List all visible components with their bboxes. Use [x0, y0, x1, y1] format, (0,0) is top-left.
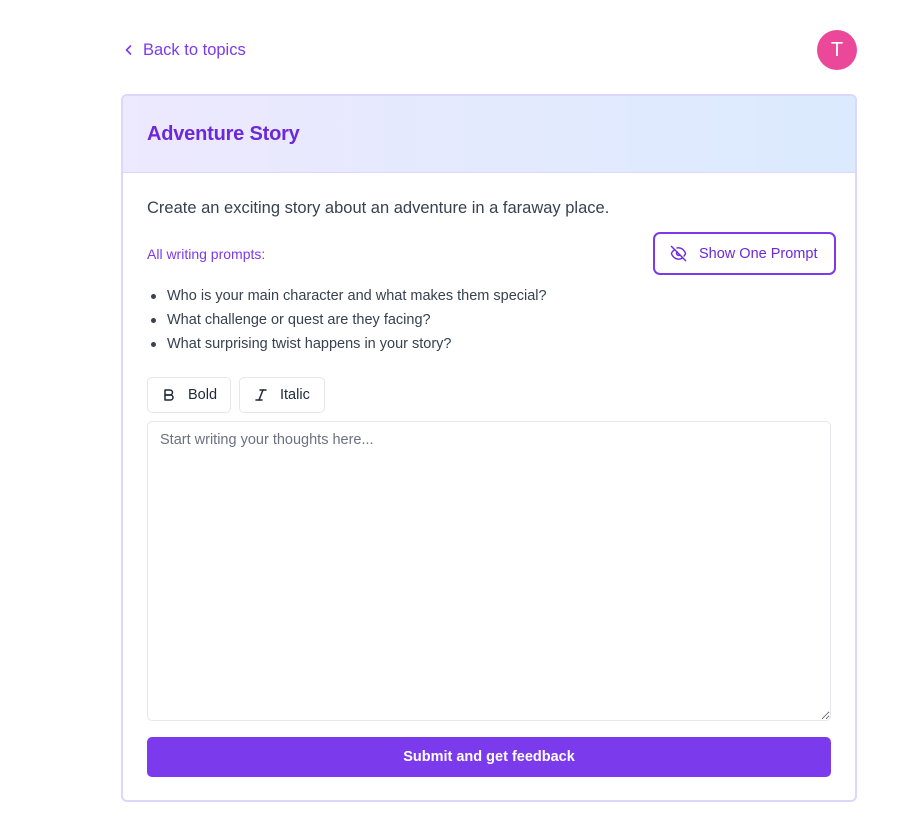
user-avatar[interactable]: T [817, 30, 857, 70]
bold-icon [164, 389, 174, 401]
italic-label: Italic [280, 387, 310, 403]
toggle-label: Show One Prompt [699, 245, 818, 262]
bold-button[interactable]: Bold [147, 377, 231, 413]
show-one-prompt-button[interactable]: Show One Prompt [653, 232, 836, 275]
card-header: Adventure Story [123, 96, 855, 173]
topic-description: Create an exciting story about an advent… [147, 199, 610, 217]
topic-title: Adventure Story [147, 122, 300, 145]
back-to-topics-link[interactable]: Back to topics [124, 38, 246, 62]
prompt-list: Who is your main character and what make… [147, 284, 547, 356]
bold-label: Bold [188, 387, 218, 403]
back-link-label: Back to topics [143, 40, 246, 59]
chevron-left-icon [125, 45, 132, 55]
italic-icon [255, 389, 267, 401]
italic-button[interactable]: Italic [239, 377, 325, 413]
submit-button[interactable]: Submit and get feedback [147, 737, 831, 777]
topic-card: Adventure Story Create an exciting story… [121, 94, 857, 802]
prompt-item: What surprising twist happens in your st… [147, 332, 547, 356]
prompt-item: Who is your main character and what make… [147, 284, 547, 308]
prompt-item: What challenge or quest are they facing? [147, 308, 547, 332]
eye-off-icon [670, 245, 687, 262]
story-editor[interactable] [147, 421, 831, 721]
avatar-initial: T [830, 38, 844, 61]
prompts-label: All writing prompts: [147, 246, 266, 262]
